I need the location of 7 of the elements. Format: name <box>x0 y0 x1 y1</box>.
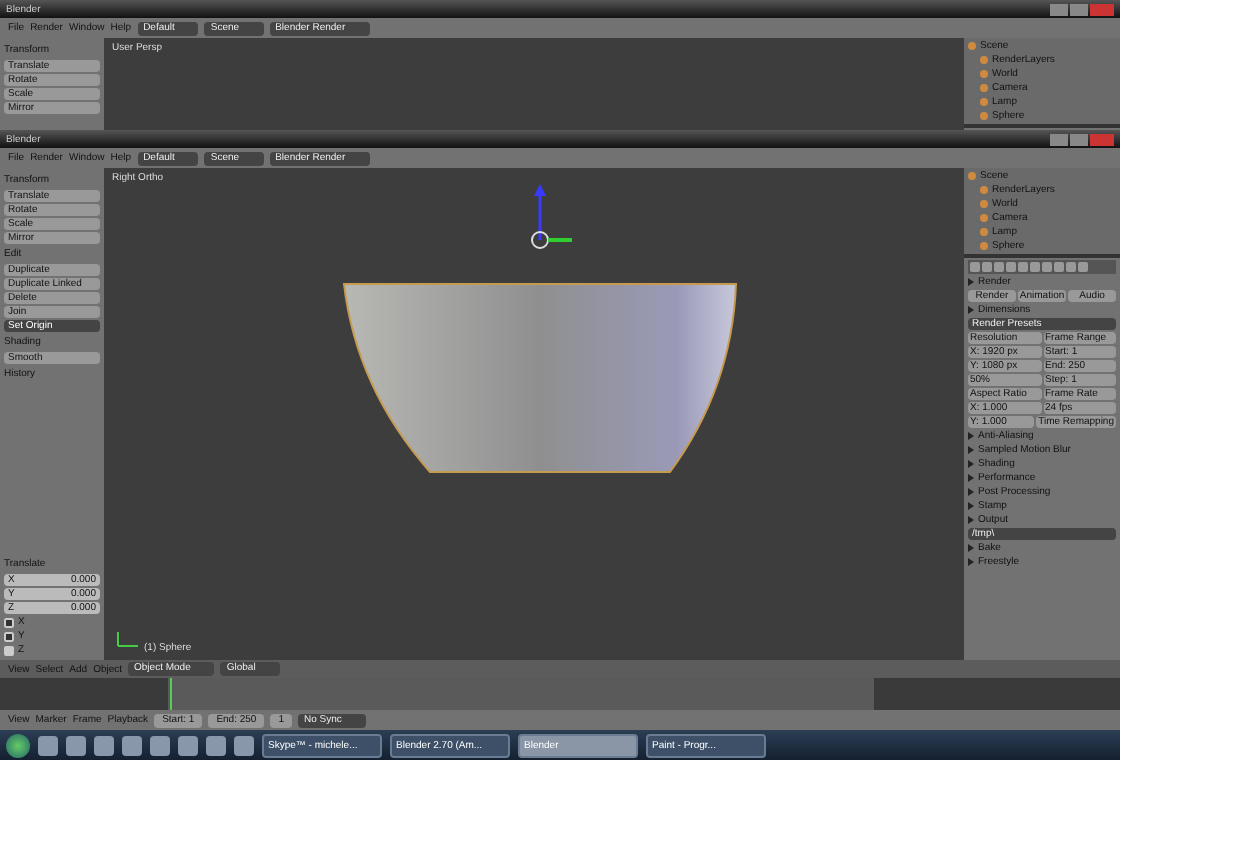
window-controls-icon[interactable] <box>1050 133 1114 145</box>
checkbox[interactable] <box>4 645 14 655</box>
start-orb-icon[interactable] <box>6 733 30 757</box>
axis-indicator-icon <box>116 628 140 648</box>
window-controls-icon[interactable] <box>1050 3 1114 15</box>
checkbox[interactable] <box>4 617 14 627</box>
checkbox[interactable] <box>4 631 14 641</box>
